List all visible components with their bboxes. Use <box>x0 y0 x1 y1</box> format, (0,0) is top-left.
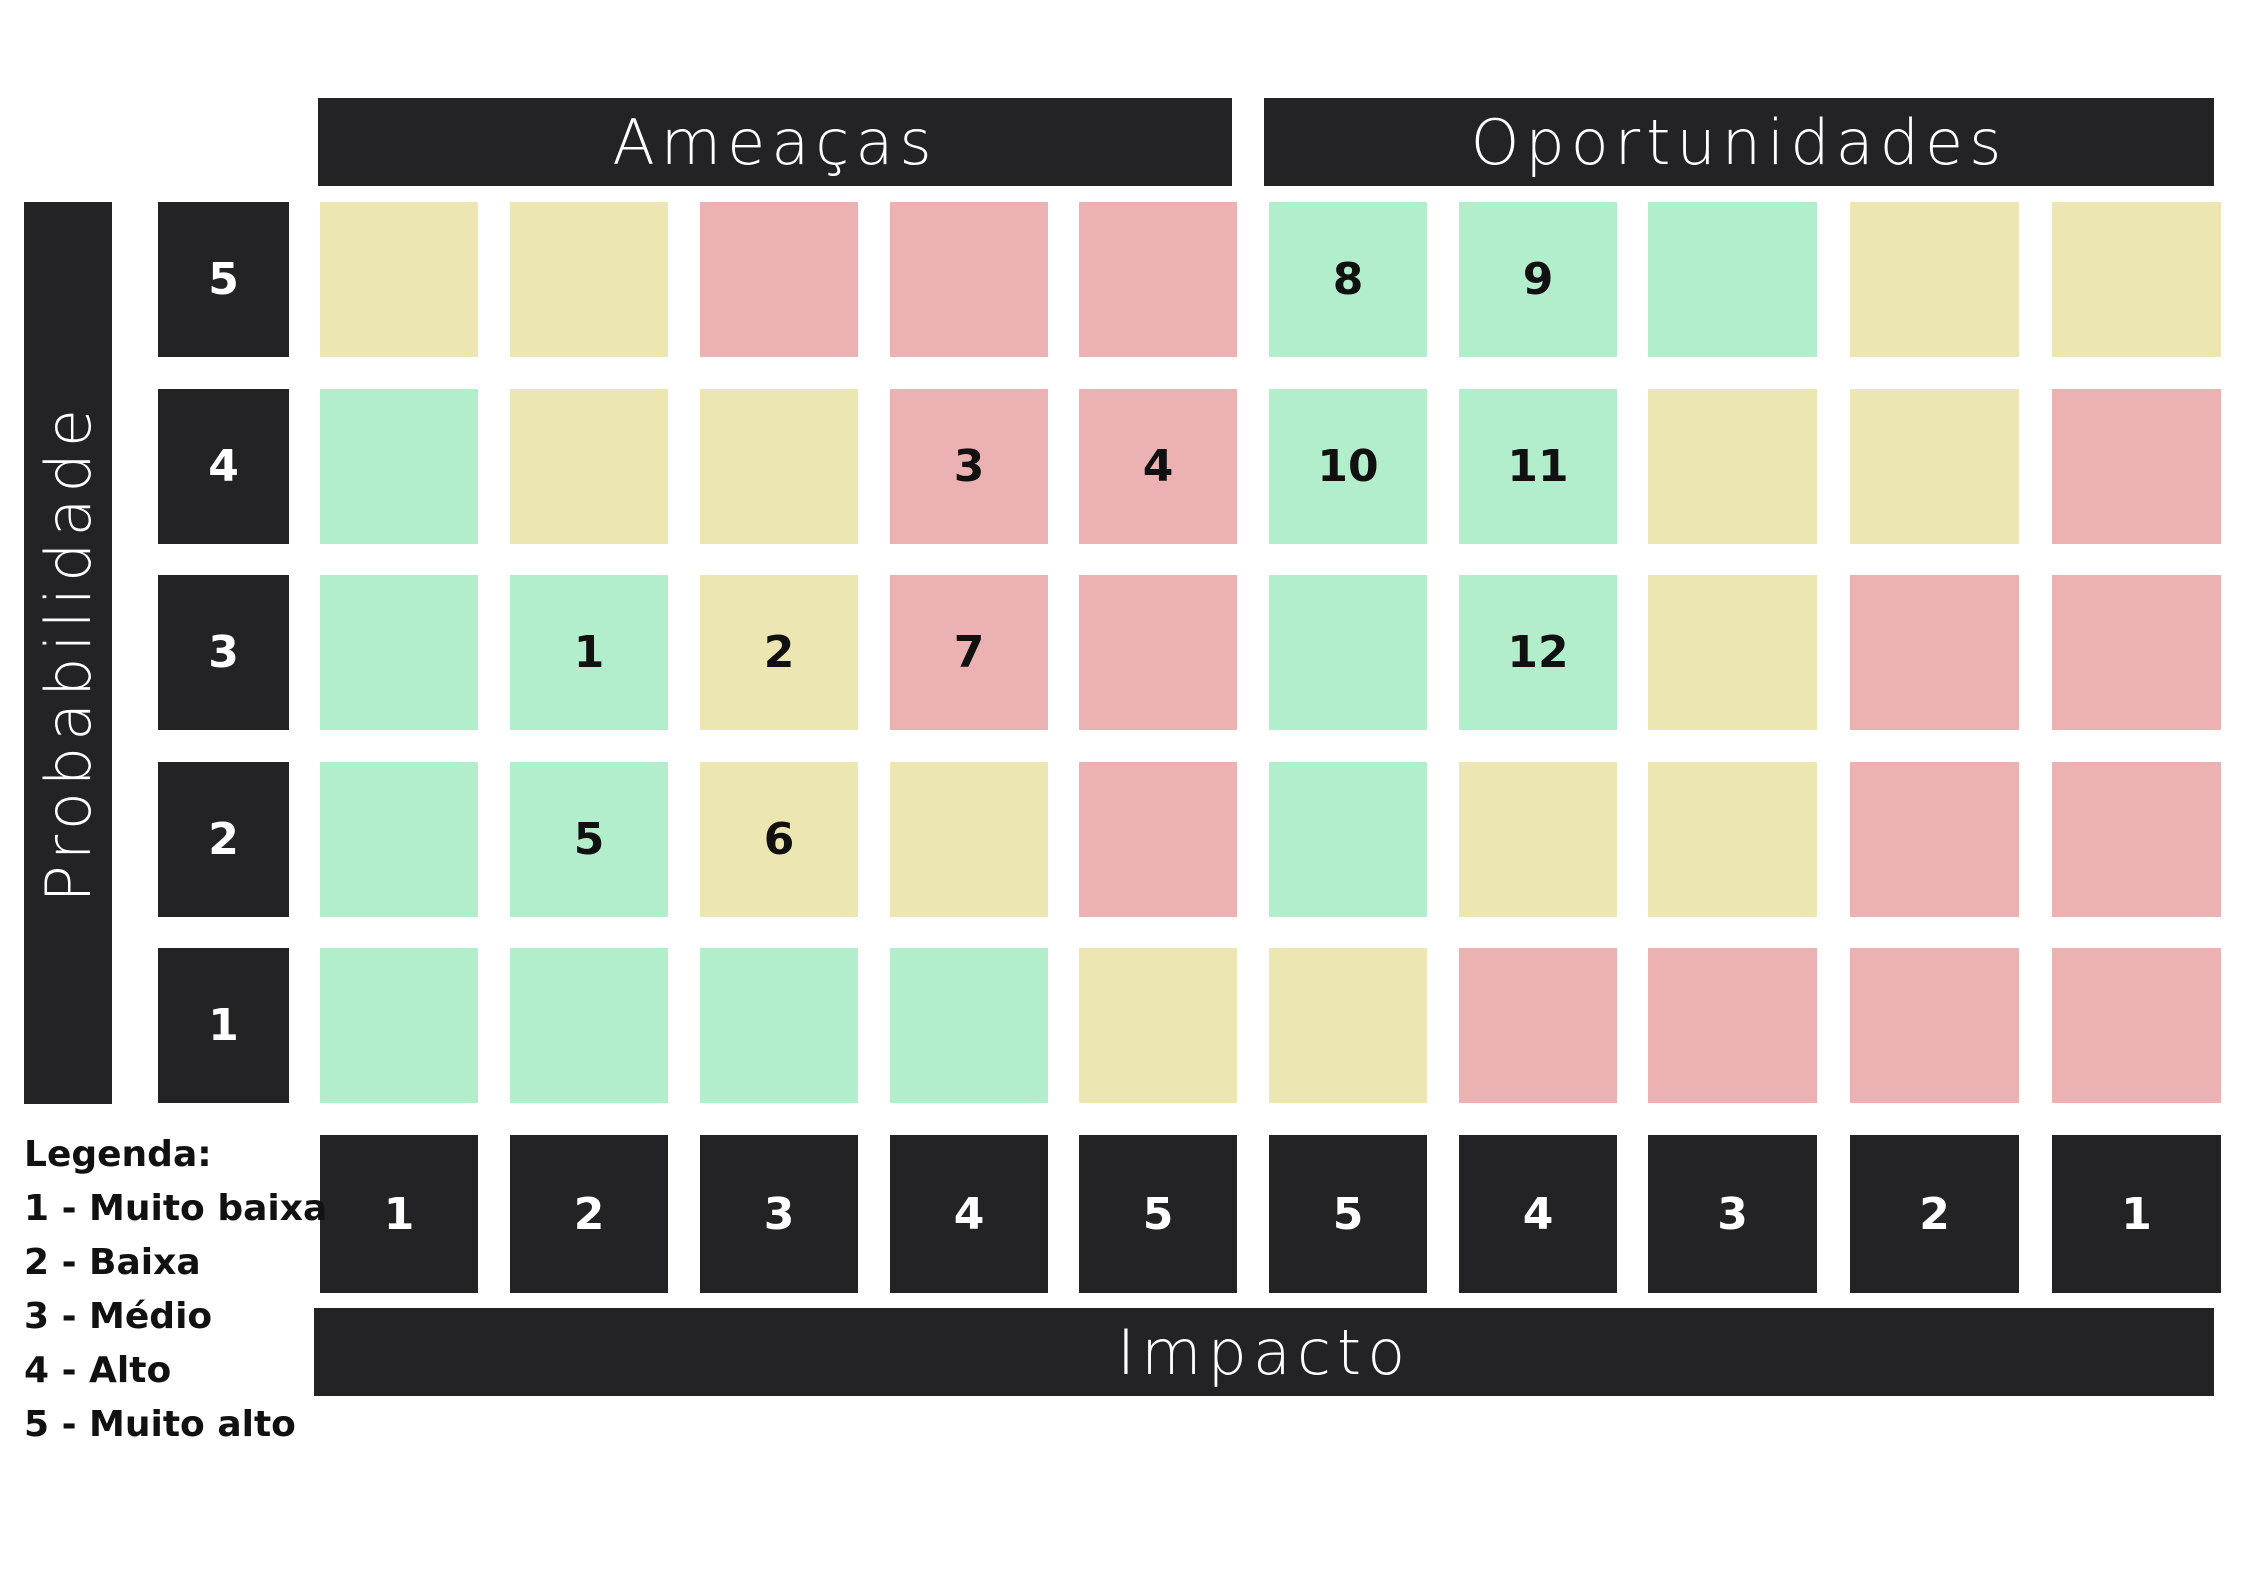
matrix-cell <box>1079 948 1237 1103</box>
probability-level-2: 2 <box>158 762 289 917</box>
impact-axis-bar: Impacto <box>314 1308 2214 1396</box>
impact-level-label: 3 <box>1648 1135 1817 1293</box>
matrix-cell <box>1079 762 1237 917</box>
matrix-cell <box>510 389 668 544</box>
impact-level-label: 1 <box>2052 1135 2221 1293</box>
matrix-cell: 2 <box>700 575 858 730</box>
matrix-cell: 3 <box>890 389 1048 544</box>
legend-item: 3 - Médio <box>24 1296 213 1337</box>
matrix-cell: 7 <box>890 575 1048 730</box>
matrix-cell <box>1079 202 1237 357</box>
matrix-cell <box>700 389 858 544</box>
matrix-cell <box>2052 575 2221 730</box>
matrix-cell <box>890 202 1048 357</box>
impact-level-label: 5 <box>1079 1135 1237 1293</box>
matrix-cell <box>2052 762 2221 917</box>
matrix-cell <box>2052 948 2221 1103</box>
matrix-cell <box>320 389 478 544</box>
matrix-cell <box>1648 202 1817 357</box>
matrix-cell: 9 <box>1459 202 1617 357</box>
matrix-cell <box>2052 389 2221 544</box>
matrix-cell: 6 <box>700 762 858 917</box>
matrix-cell <box>1648 948 1817 1103</box>
impact-level-label: 4 <box>890 1135 1048 1293</box>
probability-level-1: 1 <box>158 948 289 1103</box>
matrix-cell: 11 <box>1459 389 1617 544</box>
impact-level-label: 3 <box>700 1135 858 1293</box>
legend-item: 2 - Baixa <box>24 1242 201 1283</box>
matrix-cell <box>890 762 1048 917</box>
matrix-cell <box>700 202 858 357</box>
matrix-cell: 4 <box>1079 389 1237 544</box>
probability-level-4: 4 <box>158 389 289 544</box>
matrix-cell: 1 <box>510 575 668 730</box>
probability-axis-label: Probabilidade <box>31 403 105 903</box>
matrix-cell <box>1459 948 1617 1103</box>
impact-level-label: 2 <box>1850 1135 2019 1293</box>
matrix-cell <box>510 948 668 1103</box>
matrix-cell <box>1459 762 1617 917</box>
matrix-cell <box>320 762 478 917</box>
matrix-cell <box>1850 762 2019 917</box>
matrix-cell <box>1648 389 1817 544</box>
matrix-cell <box>1648 762 1817 917</box>
threats-header: Ameaças <box>318 98 1232 186</box>
matrix-cell <box>320 948 478 1103</box>
matrix-cell: 8 <box>1269 202 1427 357</box>
legend: Legenda: 1 - Muito baixa 2 - Baixa 3 - M… <box>24 1128 327 1452</box>
matrix-cell <box>1850 948 2019 1103</box>
legend-item: 1 - Muito baixa <box>24 1188 328 1229</box>
matrix-cell <box>320 202 478 357</box>
opportunities-header: Oportunidades <box>1264 98 2214 186</box>
impact-level-label: 5 <box>1269 1135 1427 1293</box>
matrix-cell <box>890 948 1048 1103</box>
matrix-cell <box>700 948 858 1103</box>
matrix-cell <box>1079 575 1237 730</box>
matrix-cell: 5 <box>510 762 668 917</box>
matrix-cell <box>320 575 478 730</box>
matrix-cell <box>510 202 668 357</box>
legend-item: 4 - Alto <box>24 1350 172 1391</box>
matrix-cell <box>2052 202 2221 357</box>
matrix-cell <box>1269 948 1427 1103</box>
probability-level-3: 3 <box>158 575 289 730</box>
impact-level-label: 1 <box>320 1135 478 1293</box>
matrix-cell <box>1648 575 1817 730</box>
matrix-cell: 10 <box>1269 389 1427 544</box>
impact-level-label: 4 <box>1459 1135 1617 1293</box>
matrix-cell <box>1850 202 2019 357</box>
probability-level-5: 5 <box>158 202 289 357</box>
legend-title: Legenda: <box>24 1134 212 1175</box>
matrix-cell <box>1850 389 2019 544</box>
matrix-cell <box>1850 575 2019 730</box>
legend-item: 5 - Muito alto <box>24 1404 296 1445</box>
matrix-cell <box>1269 762 1427 917</box>
matrix-cell: 12 <box>1459 575 1617 730</box>
risk-matrix: Ameaças Oportunidades Probabilidade 5432… <box>0 0 2245 1587</box>
matrix-cell <box>1269 575 1427 730</box>
probability-axis-bar: Probabilidade <box>24 202 112 1104</box>
impact-level-label: 2 <box>510 1135 668 1293</box>
